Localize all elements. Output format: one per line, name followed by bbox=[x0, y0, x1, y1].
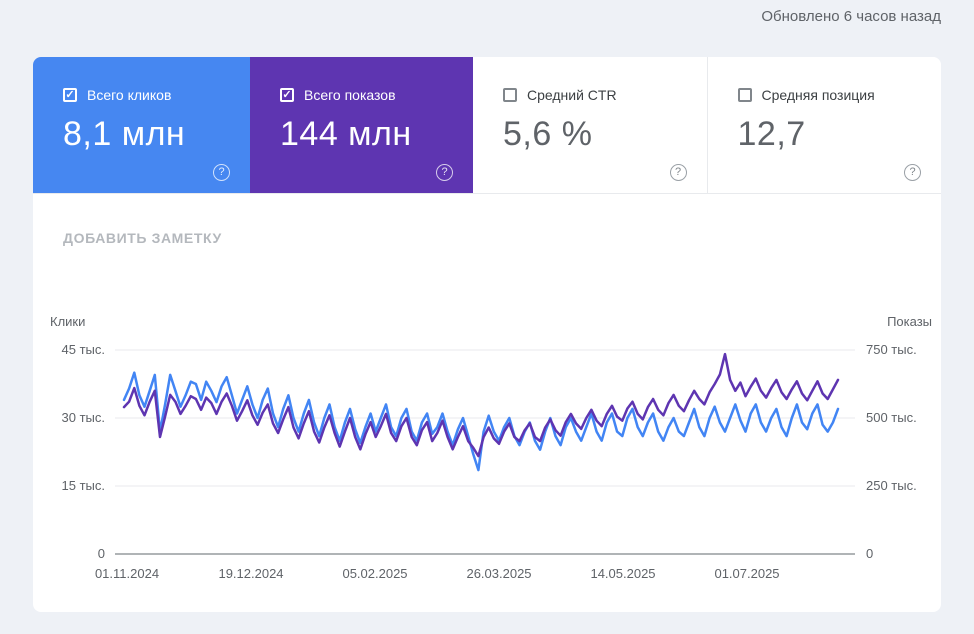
average-ctr-value: 5,6 % bbox=[503, 115, 707, 154]
x-axis-date-label: 01.07.2025 bbox=[714, 566, 779, 581]
help-icon[interactable]: ? bbox=[904, 164, 921, 181]
total-clicks-value: 8,1 млн bbox=[63, 115, 250, 154]
card-label: Всего показов bbox=[304, 87, 396, 103]
chart-section: ДОБАВИТЬ ЗАМЕТКУ Клики Показы 45 тыс. 30 … bbox=[33, 194, 941, 611]
help-icon[interactable]: ? bbox=[213, 164, 230, 181]
card-label: Всего кликов bbox=[87, 87, 171, 103]
help-icon[interactable]: ? bbox=[670, 164, 687, 181]
axis-tick-label: 250 тыс. bbox=[866, 478, 917, 494]
total-clicks-checkbox[interactable]: ✓ bbox=[63, 88, 77, 102]
check-icon: ✓ bbox=[65, 90, 74, 101]
card-average-ctr[interactable]: Средний CTR 5,6 % ? bbox=[473, 57, 707, 193]
axis-tick-label: 0 bbox=[866, 546, 873, 562]
axis-tick-label: 500 тыс. bbox=[866, 410, 917, 426]
axis-tick-label: 0 bbox=[33, 546, 105, 562]
average-position-value: 12,7 bbox=[738, 115, 942, 154]
help-icon[interactable]: ? bbox=[436, 164, 453, 181]
x-axis-date-label: 19.12.2024 bbox=[218, 566, 283, 581]
add-note-button[interactable]: ДОБАВИТЬ ЗАМЕТКУ bbox=[63, 230, 222, 246]
x-axis-date-label: 26.03.2025 bbox=[466, 566, 531, 581]
x-axis-date-label: 14.05.2025 bbox=[590, 566, 655, 581]
axis-tick-label: 750 тыс. bbox=[866, 342, 917, 358]
last-updated-status: Обновлено 6 часов назад bbox=[761, 8, 941, 25]
axis-tick-label: 45 тыс. bbox=[33, 342, 105, 358]
series-line-Клики bbox=[124, 373, 838, 470]
series-line-Показы bbox=[124, 354, 838, 456]
card-total-clicks[interactable]: ✓ Всего кликов 8,1 млн ? bbox=[33, 57, 250, 193]
right-axis-title: Показы bbox=[887, 314, 932, 329]
card-total-impressions[interactable]: ✓ Всего показов 144 млн ? bbox=[250, 57, 473, 193]
average-position-checkbox[interactable] bbox=[738, 88, 752, 102]
x-axis-date-label: 05.02.2025 bbox=[342, 566, 407, 581]
x-axis-date-label: 01.11.2024 bbox=[95, 566, 159, 581]
card-label: Средний CTR bbox=[527, 87, 617, 103]
metric-cards-row: ✓ Всего кликов 8,1 млн ? ✓ Всего показов… bbox=[33, 57, 941, 194]
total-impressions-checkbox[interactable]: ✓ bbox=[280, 88, 294, 102]
card-label: Средняя позиция bbox=[762, 87, 875, 103]
performance-panel: ✓ Всего кликов 8,1 млн ? ✓ Всего показов… bbox=[33, 57, 941, 612]
average-ctr-checkbox[interactable] bbox=[503, 88, 517, 102]
left-axis-title: Клики bbox=[50, 314, 85, 329]
axis-tick-label: 15 тыс. bbox=[33, 478, 105, 494]
card-average-position[interactable]: Средняя позиция 12,7 ? bbox=[707, 57, 942, 193]
total-impressions-value: 144 млн bbox=[280, 115, 473, 154]
check-icon: ✓ bbox=[282, 90, 291, 101]
axis-tick-label: 30 тыс. bbox=[33, 410, 105, 426]
chart-svg[interactable] bbox=[115, 330, 855, 560]
